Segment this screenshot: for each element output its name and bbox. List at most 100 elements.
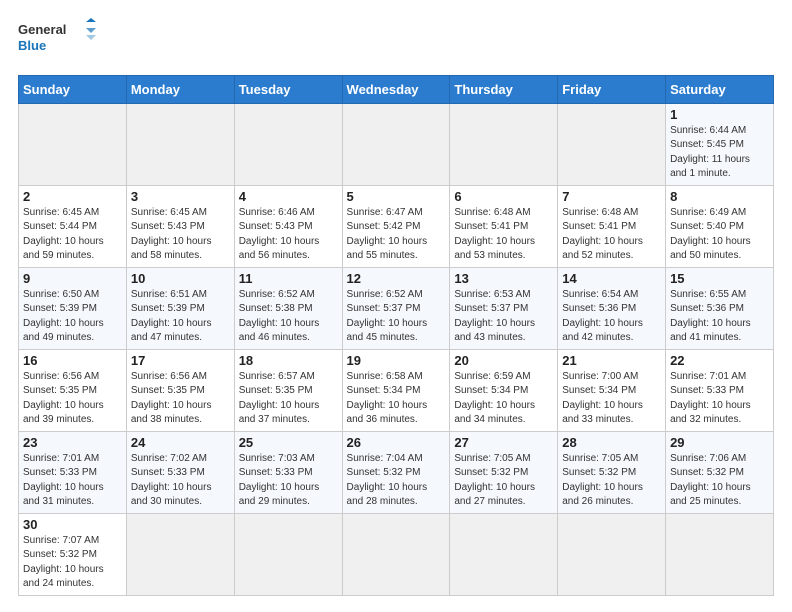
day-info: Sunrise: 6:48 AMSunset: 5:41 PMDaylight:… — [562, 206, 661, 264]
day-number: 24 — [131, 435, 230, 450]
day-info: Sunrise: 6:44 AMSunset: 5:45 PMDaylight:… — [670, 124, 769, 182]
day-info: Sunrise: 6:55 AMSunset: 5:36 PMDaylight:… — [670, 288, 769, 346]
day-number: 16 — [23, 353, 122, 368]
day-number: 8 — [670, 189, 769, 204]
calendar-cell: 6 Sunrise: 6:48 AMSunset: 5:41 PMDaylight… — [450, 185, 558, 267]
day-info: Sunrise: 7:02 AMSunset: 5:33 PMDaylight:… — [131, 452, 230, 510]
calendar-week-row: 1 Sunrise: 6:44 AMSunset: 5:45 PMDaylight… — [19, 103, 774, 185]
day-number: 12 — [347, 271, 446, 286]
calendar-week-row: 30Sunrise: 7:07 AMSunset: 5:32 PMDayligh… — [19, 513, 774, 595]
calendar-cell: 26 Sunrise: 7:04 AMSunset: 5:32 PMDayligh… — [342, 431, 450, 513]
weekday-header-thursday: Thursday — [450, 75, 558, 103]
calendar-cell: 14 Sunrise: 6:54 AMSunset: 5:36 PMDayligh… — [558, 267, 666, 349]
day-number: 5 — [347, 189, 446, 204]
calendar-week-row: 16 Sunrise: 6:56 AMSunset: 5:35 PMDayligh… — [19, 349, 774, 431]
day-number: 27 — [454, 435, 553, 450]
calendar-week-row: 23 Sunrise: 7:01 AMSunset: 5:33 PMDayligh… — [19, 431, 774, 513]
day-number: 2 — [23, 189, 122, 204]
calendar-cell: 4Sunrise: 6:46 AMSunset: 5:43 PMDaylight… — [234, 185, 342, 267]
calendar-cell: 11 Sunrise: 6:52 AMSunset: 5:38 PMDayligh… — [234, 267, 342, 349]
day-number: 17 — [131, 353, 230, 368]
day-number: 10 — [131, 271, 230, 286]
calendar-cell — [19, 103, 127, 185]
calendar-cell: 16 Sunrise: 6:56 AMSunset: 5:35 PMDayligh… — [19, 349, 127, 431]
calendar-week-row: 9Sunrise: 6:50 AMSunset: 5:39 PMDaylight… — [19, 267, 774, 349]
calendar-cell: 18Sunrise: 6:57 AMSunset: 5:35 PMDayligh… — [234, 349, 342, 431]
day-number: 13 — [454, 271, 553, 286]
day-number: 29 — [670, 435, 769, 450]
logo: General Blue — [18, 18, 98, 67]
day-number: 6 — [454, 189, 553, 204]
calendar-cell: 15 Sunrise: 6:55 AMSunset: 5:36 PMDayligh… — [666, 267, 774, 349]
calendar-cell: 20Sunrise: 6:59 AMSunset: 5:34 PMDayligh… — [450, 349, 558, 431]
svg-text:Blue: Blue — [18, 38, 46, 53]
weekday-header-saturday: Saturday — [666, 75, 774, 103]
calendar-cell: 19 Sunrise: 6:58 AMSunset: 5:34 PMDayligh… — [342, 349, 450, 431]
calendar-cell: 10 Sunrise: 6:51 AMSunset: 5:39 PMDayligh… — [126, 267, 234, 349]
day-number: 23 — [23, 435, 122, 450]
logo-wordmark: General Blue — [18, 18, 98, 67]
calendar-cell — [666, 513, 774, 595]
calendar-cell: 8 Sunrise: 6:49 AMSunset: 5:40 PMDaylight… — [666, 185, 774, 267]
calendar-cell: 3Sunrise: 6:45 AMSunset: 5:43 PMDaylight… — [126, 185, 234, 267]
day-number: 1 — [670, 107, 769, 122]
day-info: Sunrise: 6:52 AMSunset: 5:37 PMDaylight:… — [347, 288, 446, 346]
calendar-cell: 13Sunrise: 6:53 AMSunset: 5:37 PMDayligh… — [450, 267, 558, 349]
day-number: 4 — [239, 189, 338, 204]
day-info: Sunrise: 7:05 AMSunset: 5:32 PMDaylight:… — [562, 452, 661, 510]
day-number: 21 — [562, 353, 661, 368]
day-info: Sunrise: 7:07 AMSunset: 5:32 PMDaylight:… — [23, 534, 122, 592]
day-info: Sunrise: 6:48 AMSunset: 5:41 PMDaylight:… — [454, 206, 553, 264]
calendar-cell — [234, 513, 342, 595]
weekday-header-wednesday: Wednesday — [342, 75, 450, 103]
day-number: 26 — [347, 435, 446, 450]
day-info: Sunrise: 6:56 AMSunset: 5:35 PMDaylight:… — [23, 370, 122, 428]
calendar-cell — [342, 103, 450, 185]
day-info: Sunrise: 7:03 AMSunset: 5:33 PMDaylight:… — [239, 452, 338, 510]
calendar-cell — [558, 103, 666, 185]
calendar-cell: 9Sunrise: 6:50 AMSunset: 5:39 PMDaylight… — [19, 267, 127, 349]
day-info: Sunrise: 7:05 AMSunset: 5:32 PMDaylight:… — [454, 452, 553, 510]
calendar-cell — [450, 513, 558, 595]
day-number: 14 — [562, 271, 661, 286]
day-number: 28 — [562, 435, 661, 450]
day-number: 7 — [562, 189, 661, 204]
logo-svg: General Blue — [18, 18, 98, 62]
calendar-cell: 1 Sunrise: 6:44 AMSunset: 5:45 PMDaylight… — [666, 103, 774, 185]
weekday-header-tuesday: Tuesday — [234, 75, 342, 103]
calendar: SundayMondayTuesdayWednesdayThursdayFrid… — [18, 75, 774, 596]
page: General Blue SundayMondayTuesdayWednesda… — [0, 0, 792, 606]
day-info: Sunrise: 7:00 AMSunset: 5:34 PMDaylight:… — [562, 370, 661, 428]
calendar-cell: 25Sunrise: 7:03 AMSunset: 5:33 PMDayligh… — [234, 431, 342, 513]
day-number: 18 — [239, 353, 338, 368]
day-info: Sunrise: 7:01 AMSunset: 5:33 PMDaylight:… — [23, 452, 122, 510]
day-info: Sunrise: 7:06 AMSunset: 5:32 PMDaylight:… — [670, 452, 769, 510]
day-info: Sunrise: 6:45 AMSunset: 5:44 PMDaylight:… — [23, 206, 122, 264]
day-info: Sunrise: 6:49 AMSunset: 5:40 PMDaylight:… — [670, 206, 769, 264]
calendar-cell: 2 Sunrise: 6:45 AMSunset: 5:44 PMDaylight… — [19, 185, 127, 267]
calendar-cell: 28 Sunrise: 7:05 AMSunset: 5:32 PMDayligh… — [558, 431, 666, 513]
calendar-cell: 30Sunrise: 7:07 AMSunset: 5:32 PMDayligh… — [19, 513, 127, 595]
day-info: Sunrise: 6:51 AMSunset: 5:39 PMDaylight:… — [131, 288, 230, 346]
day-info: Sunrise: 7:04 AMSunset: 5:32 PMDaylight:… — [347, 452, 446, 510]
day-info: Sunrise: 7:01 AMSunset: 5:33 PMDaylight:… — [670, 370, 769, 428]
weekday-header-monday: Monday — [126, 75, 234, 103]
calendar-cell — [234, 103, 342, 185]
day-number: 11 — [239, 271, 338, 286]
day-info: Sunrise: 6:52 AMSunset: 5:38 PMDaylight:… — [239, 288, 338, 346]
day-info: Sunrise: 6:56 AMSunset: 5:35 PMDaylight:… — [131, 370, 230, 428]
calendar-cell: 7 Sunrise: 6:48 AMSunset: 5:41 PMDaylight… — [558, 185, 666, 267]
day-number: 15 — [670, 271, 769, 286]
weekday-header-friday: Friday — [558, 75, 666, 103]
calendar-cell — [126, 513, 234, 595]
calendar-cell: 29 Sunrise: 7:06 AMSunset: 5:32 PMDayligh… — [666, 431, 774, 513]
day-number: 9 — [23, 271, 122, 286]
day-info: Sunrise: 6:54 AMSunset: 5:36 PMDaylight:… — [562, 288, 661, 346]
calendar-cell: 24 Sunrise: 7:02 AMSunset: 5:33 PMDayligh… — [126, 431, 234, 513]
day-number: 22 — [670, 353, 769, 368]
day-info: Sunrise: 6:45 AMSunset: 5:43 PMDaylight:… — [131, 206, 230, 264]
header: General Blue — [18, 18, 774, 67]
day-info: Sunrise: 6:58 AMSunset: 5:34 PMDaylight:… — [347, 370, 446, 428]
weekday-header-sunday: Sunday — [19, 75, 127, 103]
day-number: 19 — [347, 353, 446, 368]
